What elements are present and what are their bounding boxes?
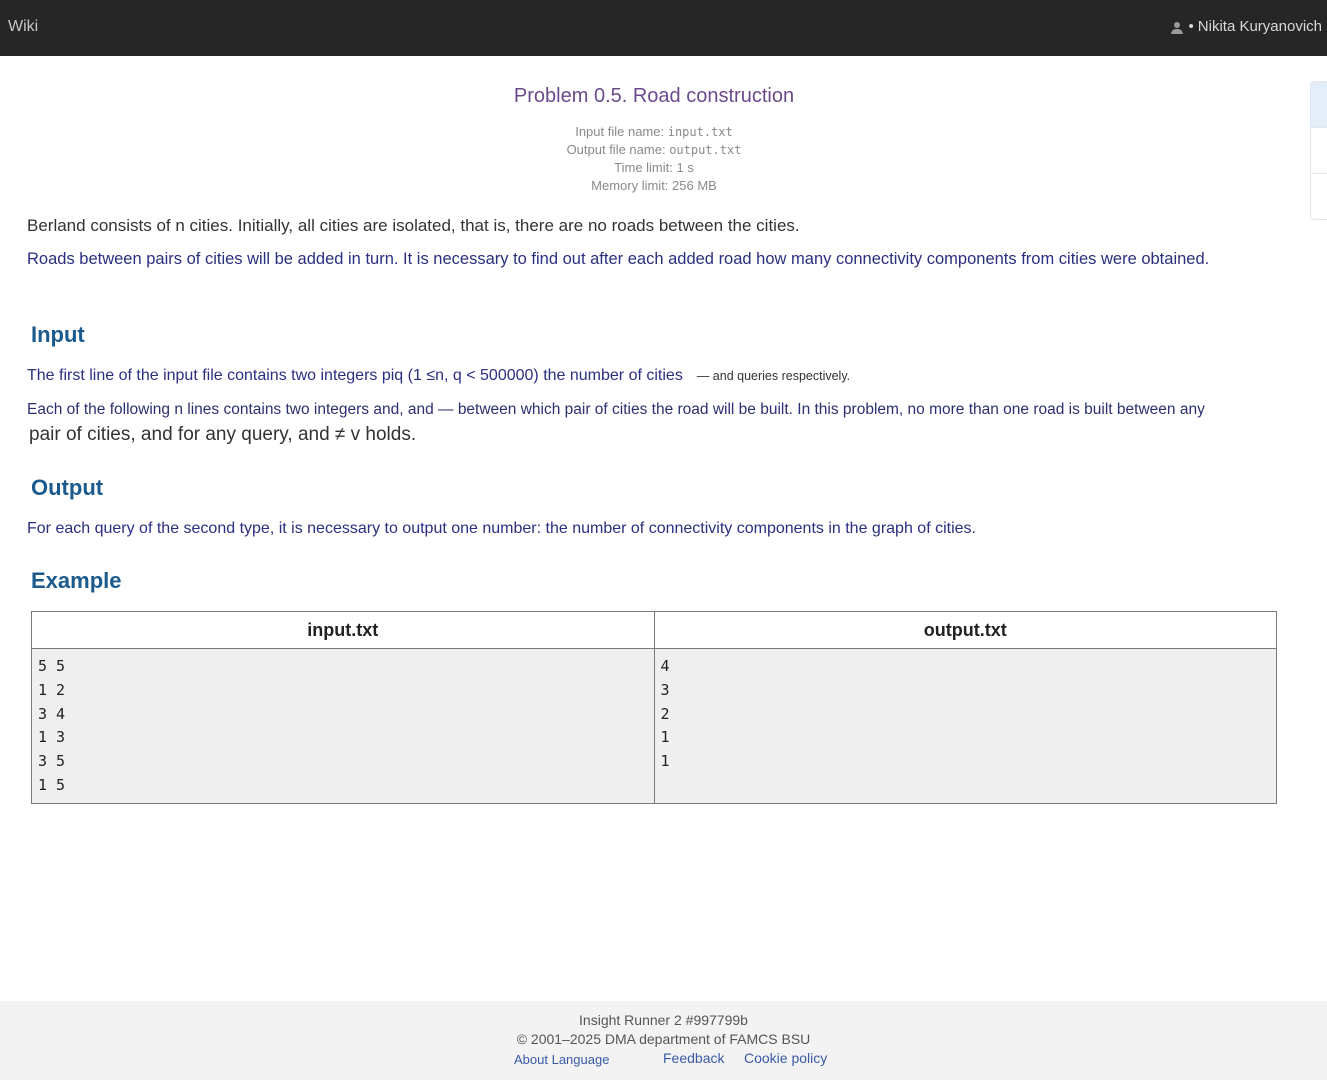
example-input-header: input.txt — [31, 611, 655, 649]
example-input-line: 5 5 — [38, 657, 66, 675]
example-table: input.txt output.txt 5 5 1 2 3 4 1 3 3 5… — [31, 611, 1277, 804]
user-icon — [1170, 20, 1184, 34]
cookie-policy-link[interactable]: Cookie policy — [744, 1050, 827, 1066]
input-paragraph-3: pair of cities, and for any query, and ≠… — [29, 424, 417, 445]
wiki-link[interactable]: Wiki — [8, 18, 38, 36]
example-output-line: 1 — [660, 728, 670, 747]
footer-version: Insight Runner 2 #997799b — [579, 1012, 748, 1028]
top-navbar: Wiki • Nikita Kuryanovich — [0, 0, 1327, 56]
input-paragraph-1-small: — and queries respectively. — [696, 369, 851, 383]
user-name: Nikita Kuryanovich — [1197, 18, 1322, 35]
side-tab-3[interactable] — [1311, 174, 1327, 219]
problem-limits: Input file name: input.txt Output file n… — [0, 123, 1308, 195]
input-file-name: input.txt — [667, 125, 733, 139]
output-file-label: Output file name: — [566, 142, 666, 157]
memory-limit: Memory limit: 256 MB — [591, 178, 717, 193]
output-file-name: output.txt — [669, 143, 742, 157]
input-paragraph-1: The first line of the input file contain… — [27, 367, 850, 385]
example-output-line: 3 — [660, 680, 670, 699]
about-language-link[interactable]: About Language — [514, 1052, 609, 1067]
statement-paragraph-1: Berland consists of n cities. Initially,… — [27, 216, 800, 235]
side-tabs — [1310, 81, 1327, 220]
output-file-line: Output file name: output.txt — [0, 141, 1308, 159]
example-output-line: 1 — [660, 752, 670, 771]
input-paragraph-2: Each of the following n lines contains t… — [27, 401, 1205, 418]
input-file-label: Input file name: — [575, 124, 665, 139]
footer: Insight Runner 2 #997799b © 2001–2025 DM… — [0, 1001, 1327, 1080]
example-input-line: 1 3 — [38, 728, 66, 747]
side-tab-2[interactable] — [1311, 128, 1327, 174]
side-tab-1[interactable] — [1311, 82, 1327, 128]
input-paragraph-1-text: The first line of the input file contain… — [27, 367, 683, 384]
example-input-line: 3 4 — [38, 704, 66, 723]
time-limit: Time limit: 1 s — [614, 160, 694, 175]
example-output-header: output.txt — [653, 611, 1277, 649]
input-heading: Input — [31, 322, 85, 347]
example-output-cell: 4 3 2 1 1 — [653, 648, 1277, 804]
example-input-line: 3 5 — [38, 752, 66, 771]
output-paragraph: For each query of the second type, it is… — [27, 520, 976, 537]
example-heading: Example — [31, 568, 122, 593]
statement-paragraph-2: Roads between pairs of cities will be ad… — [27, 250, 1210, 268]
user-dot: • — [1188, 18, 1194, 35]
example-input-line: 1 5 — [38, 775, 66, 794]
user-menu[interactable]: • Nikita Kuryanovich — [1170, 18, 1322, 35]
problem-title: Problem 0.5. Road construction — [513, 85, 795, 107]
example-output-line: 2 — [660, 704, 670, 723]
example-input-cell: 5 5 1 2 3 4 1 3 3 5 1 5 — [31, 648, 655, 804]
example-input-line: 1 2 — [38, 680, 66, 699]
output-heading: Output — [31, 475, 104, 500]
footer-copyright: © 2001–2025 DMA department of FAMCS BSU — [516, 1031, 811, 1047]
example-output-line: 4 — [660, 657, 670, 675]
feedback-link[interactable]: Feedback — [663, 1050, 724, 1066]
input-file-line: Input file name: input.txt — [0, 123, 1308, 141]
